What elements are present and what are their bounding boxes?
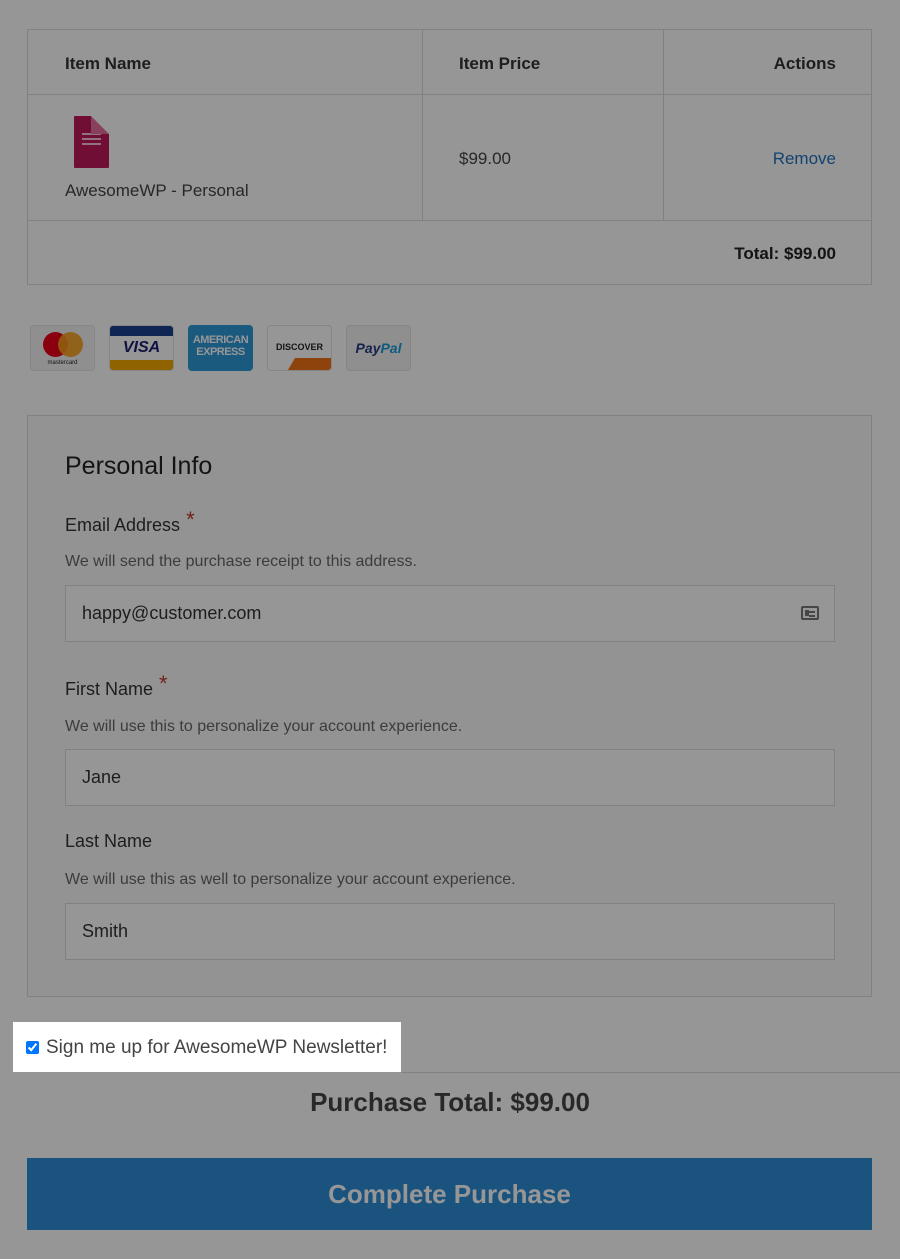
cart-item-price: $99.00 xyxy=(459,149,511,168)
discover-icon: DISCOVER xyxy=(267,325,332,371)
email-label: Email Address * xyxy=(65,507,195,535)
paypal-icon: PayPal xyxy=(346,325,411,371)
last-name-label: Last Name xyxy=(65,831,153,851)
required-marker: * xyxy=(159,671,168,696)
newsletter-label[interactable]: Sign me up for AwesomeWP Newsletter! xyxy=(46,1037,387,1059)
newsletter-checkbox[interactable] xyxy=(26,1041,39,1054)
first-name-description: We will use this to personalize your acc… xyxy=(65,718,463,735)
remove-item-link[interactable]: Remove xyxy=(773,149,836,169)
complete-purchase-button[interactable]: Complete Purchase xyxy=(27,1158,872,1230)
contact-card-icon xyxy=(801,606,819,620)
cart-total: Total: $99.00 xyxy=(734,244,836,263)
newsletter-signup: Sign me up for AwesomeWP Newsletter! xyxy=(13,1022,401,1072)
cart-header-row: Item Name Item Price Actions xyxy=(28,30,871,95)
last-name-description: We will use this as well to personalize … xyxy=(65,871,516,888)
first-name-field[interactable] xyxy=(65,749,835,806)
mastercard-icon: mastercard xyxy=(30,325,95,371)
cart-item-name: AwesomeWP - Personal xyxy=(65,181,249,200)
visa-icon: VISA xyxy=(109,325,174,371)
personal-info-section: Personal Info Email Address * We will sen… xyxy=(27,415,872,997)
checkout-page: Item Name Item Price Actions AwesomeWP -… xyxy=(0,0,900,1259)
required-marker: * xyxy=(186,507,195,532)
cart-footer-row: Total: $99.00 xyxy=(28,221,871,285)
divider xyxy=(401,1072,900,1073)
last-name-field[interactable] xyxy=(65,903,835,960)
header-item-price: Item Price xyxy=(459,54,541,73)
purchase-total: Purchase Total: $99.00 xyxy=(310,1087,590,1117)
header-item-name: Item Name xyxy=(65,54,151,73)
cart-table: Item Name Item Price Actions AwesomeWP -… xyxy=(27,29,872,285)
email-description: We will send the purchase receipt to thi… xyxy=(65,553,417,570)
header-actions: Actions xyxy=(773,54,836,73)
american-express-icon: AMERICAN EXPRESS xyxy=(188,325,253,371)
email-field[interactable] xyxy=(65,585,835,642)
first-name-label: First Name * xyxy=(65,671,168,699)
product-thumbnail xyxy=(74,116,109,168)
cart-item-row: AwesomeWP - Personal $99.00 Remove xyxy=(28,95,871,221)
section-title: Personal Info xyxy=(65,452,213,480)
